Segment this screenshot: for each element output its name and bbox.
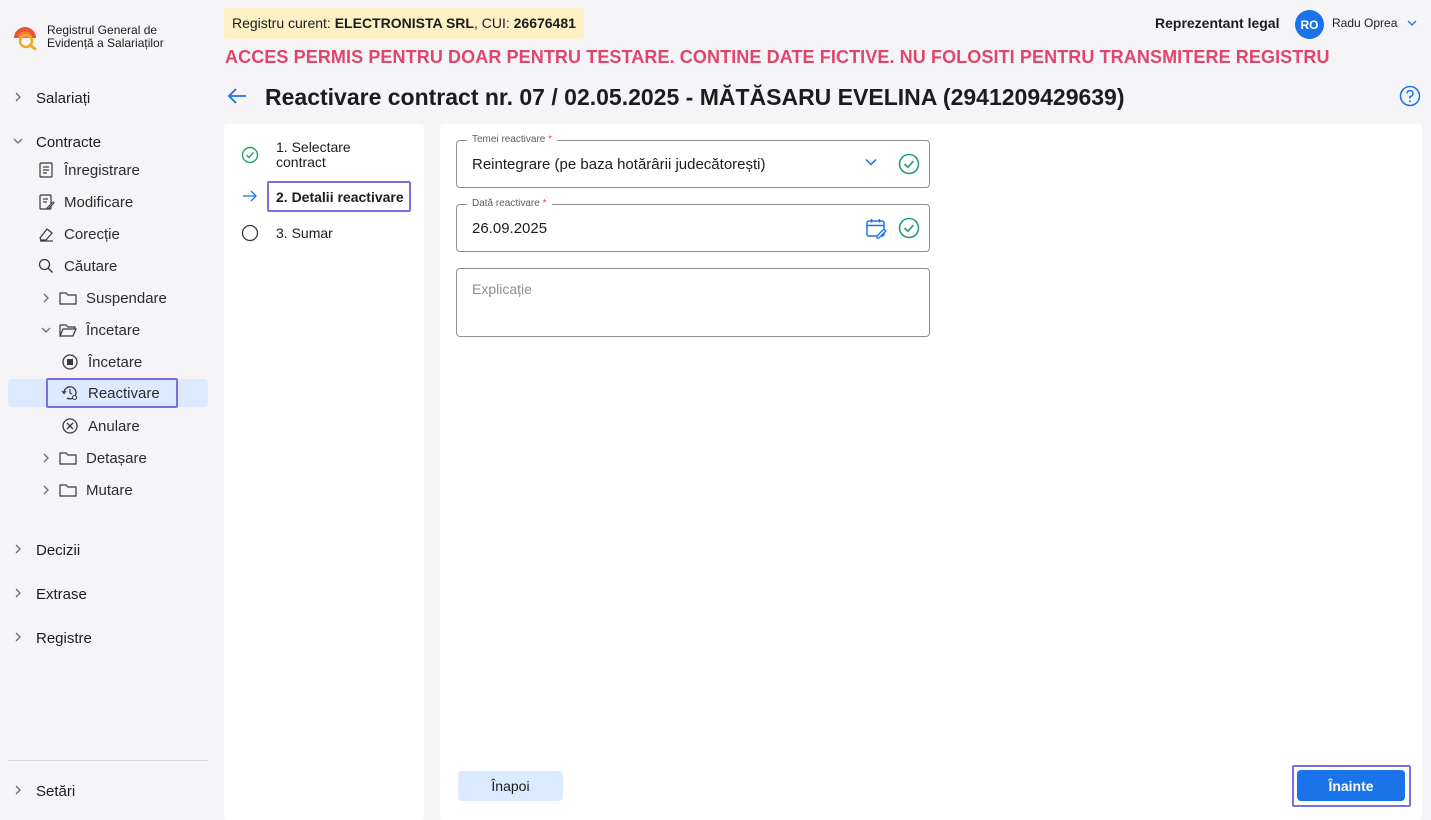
chevron-right-icon <box>43 293 49 303</box>
field-label: Dată reactivare * <box>467 198 552 209</box>
chevron-right-icon <box>43 453 49 463</box>
help-icon[interactable] <box>1399 85 1421 107</box>
step-label: 3. Sumar <box>276 225 333 241</box>
check-circle-icon <box>898 217 920 239</box>
sidebar-item-label: Modificare <box>64 193 134 211</box>
sidebar-item-label: Corecție <box>64 225 120 243</box>
sidebar-section-label: Decizii <box>36 541 81 559</box>
temei-reactivare-select[interactable]: Temei reactivare * Reintegrare (pe baza … <box>456 134 930 188</box>
sidebar-item-incetare-group[interactable]: Încetare <box>37 317 140 343</box>
chevron-right-icon <box>15 544 21 554</box>
sidebar-item-corectie[interactable]: Corecție <box>37 221 120 247</box>
sidebar-item-label: Anulare <box>88 417 140 435</box>
sidebar-section-extrase[interactable]: Extrase <box>0 582 216 606</box>
chevron-down-icon[interactable] <box>862 153 880 171</box>
sidebar-section-contracte[interactable]: Contracte <box>0 130 216 154</box>
chevron-right-icon <box>15 785 21 795</box>
sidebar-section-salariati[interactable]: Salariați <box>0 86 216 110</box>
logo-line-2: Evidență a Salariaților <box>47 36 164 50</box>
data-reactivare-input[interactable]: Dată reactivare * 26.09.2025 <box>456 198 930 252</box>
folder-open-icon <box>59 324 77 337</box>
sidebar-item-anulare[interactable]: Anulare <box>61 413 140 439</box>
company-name: ELECTRONISTA SRL <box>334 15 474 31</box>
user-role: Reprezentant legal <box>1155 15 1280 31</box>
app-logo[interactable]: Registrul General de Evidență a Salariaț… <box>12 24 187 50</box>
back-arrow-icon[interactable] <box>226 86 248 106</box>
current-registry-badge: Registru curent: ELECTRONISTA SRL, CUI: … <box>224 8 584 39</box>
chevron-right-icon <box>15 632 21 642</box>
sidebar-section-setari[interactable]: Setări <box>0 779 216 803</box>
sidebar-section-registre[interactable]: Registre <box>0 626 216 650</box>
sidebar-item-cautare[interactable]: Căutare <box>37 253 117 279</box>
explicatie-placeholder: Explicație <box>472 281 532 297</box>
sidebar-item-label: Suspendare <box>86 289 167 307</box>
sidebar-item-label: Înregistrare <box>64 161 140 179</box>
logo-text: Registrul General de Evidență a Salariaț… <box>47 24 187 50</box>
chevron-down-icon <box>13 138 23 144</box>
sidebar-item-label: Detașare <box>86 449 147 467</box>
sidebar-item-detasare[interactable]: Detașare <box>37 445 147 471</box>
sidebar-item-inregistrare[interactable]: Înregistrare <box>37 157 140 183</box>
chevron-down-icon <box>41 327 51 333</box>
cancel-circle-icon <box>62 418 78 434</box>
chevron-down-icon[interactable] <box>1406 17 1418 29</box>
test-warning-banner: ACCES PERMIS PENTRU DOAR PENTRU TESTARE.… <box>225 47 1330 67</box>
field-label: Temei reactivare * <box>467 134 558 145</box>
sidebar-item-label: Mutare <box>86 481 133 499</box>
sidebar-section-decizii[interactable]: Decizii <box>0 538 216 562</box>
folder-icon <box>59 292 77 305</box>
sidebar-item-mutare[interactable]: Mutare <box>37 477 133 503</box>
check-circle-icon <box>241 146 259 164</box>
chevron-right-icon <box>43 485 49 495</box>
sidebar-section-label: Setări <box>36 782 76 800</box>
step-label: 2. Detalii reactivare <box>276 189 404 205</box>
document-list-icon <box>39 162 53 178</box>
user-name[interactable]: Radu Oprea <box>1332 16 1397 30</box>
sidebar: Registrul General de Evidență a Salariaț… <box>0 0 216 820</box>
registry-prefix: Registru curent: <box>232 15 335 31</box>
temei-reactivare-value: Reintegrare (pe baza hotărârii judecător… <box>472 156 766 173</box>
search-icon <box>38 258 53 273</box>
step-label: contract <box>276 154 326 170</box>
stop-circle-icon <box>62 354 78 370</box>
sidebar-item-label: Încetare <box>88 353 143 371</box>
page-title: Reactivare contract nr. 07 / 02.05.2025 … <box>265 84 1125 110</box>
cui-prefix: , CUI: <box>473 15 514 31</box>
data-reactivare-value: 26.09.2025 <box>472 220 548 237</box>
document-edit-icon <box>39 194 55 210</box>
sidebar-section-label: Registre <box>36 629 92 647</box>
empty-circle-icon <box>241 224 259 242</box>
sidebar-section-label: Extrase <box>36 585 87 603</box>
next-button[interactable]: Înainte <box>1297 770 1405 801</box>
avatar[interactable]: RO <box>1295 10 1324 39</box>
sidebar-item-label: Reactivare <box>88 384 160 402</box>
explicatie-textarea[interactable]: Explicație <box>456 268 930 337</box>
sidebar-item-suspendare[interactable]: Suspendare <box>37 285 167 311</box>
sidebar-item-label: Căutare <box>64 257 118 275</box>
step-label: 1. Selectare <box>276 139 351 155</box>
folder-icon <box>59 484 77 497</box>
sidebar-item-label: Încetare <box>86 321 141 339</box>
check-circle-icon <box>898 153 920 175</box>
eraser-icon <box>39 228 53 242</box>
calendar-edit-icon[interactable] <box>865 217 887 239</box>
back-button[interactable]: Înapoi <box>458 771 563 801</box>
sidebar-item-incetare[interactable]: Încetare <box>61 349 142 375</box>
arrow-right-icon <box>243 190 257 202</box>
sidebar-item-modificare[interactable]: Modificare <box>37 189 133 215</box>
folder-icon <box>59 452 77 465</box>
sidebar-section-label: Salariați <box>36 89 91 107</box>
sidebar-section-label: Contracte <box>36 133 102 151</box>
chevron-right-icon <box>15 588 21 598</box>
logo-icon <box>14 27 37 50</box>
history-settings-icon <box>61 386 78 401</box>
sidebar-divider <box>8 760 208 761</box>
sidebar-item-reactivare[interactable]: Reactivare <box>61 380 160 406</box>
cui-value: 26676481 <box>513 15 576 31</box>
chevron-right-icon <box>15 92 21 102</box>
